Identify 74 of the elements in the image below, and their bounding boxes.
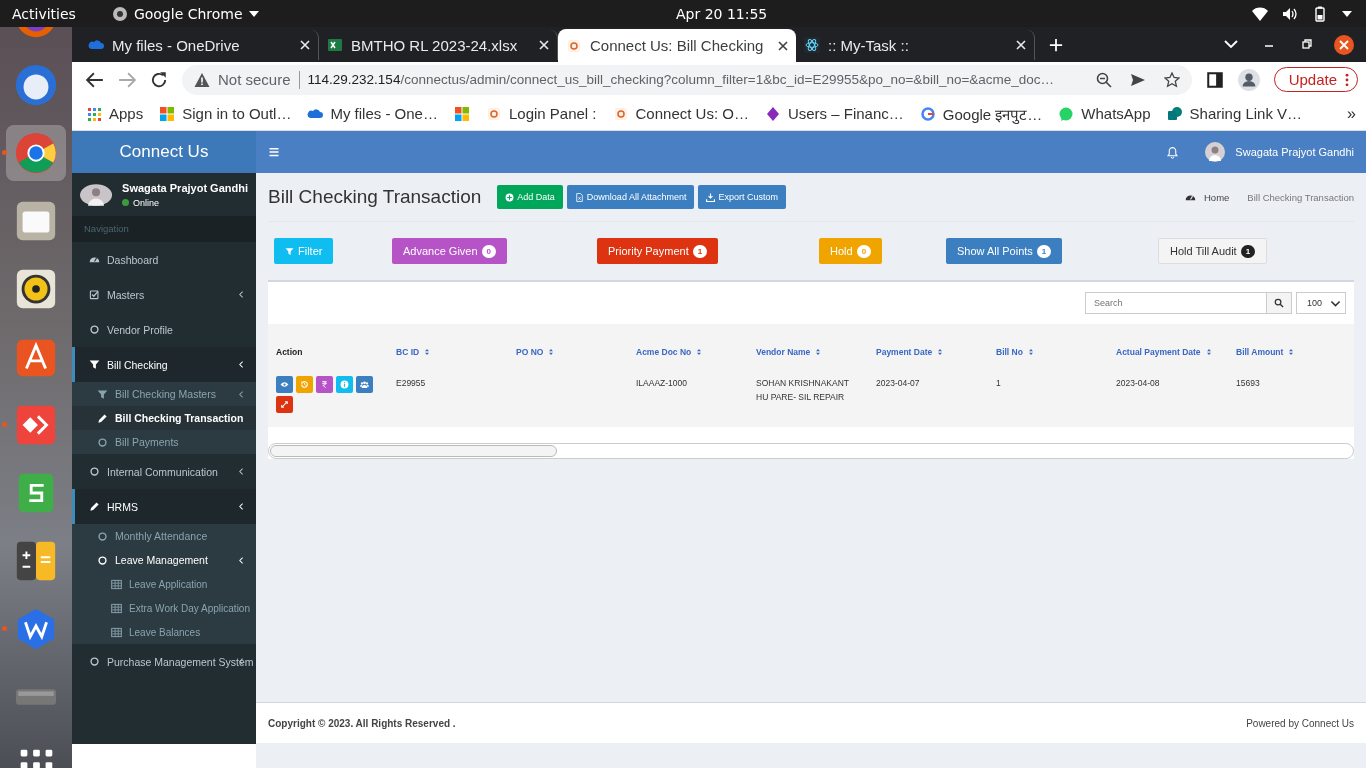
browser-tab[interactable]: :: My-Task :: (796, 30, 1035, 60)
count-badge: 0 (481, 244, 497, 258)
menu-item[interactable]: Bill Checking (72, 347, 256, 382)
menu-item[interactable]: Leave Management (72, 548, 256, 572)
filter-button[interactable]: Priority Payment 1 (597, 238, 719, 264)
bookmark[interactable]: Apps (86, 105, 144, 122)
table-cell: SOHAN KRISHNAKANT HU PARE- SIL REPAIR (756, 378, 849, 402)
table-cell: 1 (996, 378, 1001, 388)
action-button[interactable]: Download All Attachment (566, 185, 695, 209)
column-header[interactable]: Acme Doc No (628, 332, 748, 372)
menu-item[interactable]: Vendor Profile (72, 312, 256, 347)
count-badge: 1 (1036, 244, 1052, 258)
menu-item[interactable]: Leave Balances (72, 620, 256, 644)
table-cell: 2023-04-08 (1116, 378, 1160, 388)
powered-by-text: Powered by Connect Us (1246, 717, 1354, 729)
bookmark[interactable]: Sharing Link V… (1166, 105, 1303, 122)
count-badge: 1 (692, 244, 708, 258)
table-cell: 15693 (1236, 378, 1260, 388)
user-name: Swagata Prajyot Gandhi (122, 181, 248, 194)
clock[interactable]: Apr 20 11:55 (676, 5, 768, 22)
bookmark[interactable]: My files - One… (307, 105, 438, 122)
filter-button[interactable]: Show All Points 1 (946, 238, 1063, 264)
app-menu[interactable]: Google Chrome (111, 5, 259, 22)
column-header: Action (275, 346, 304, 359)
brand-logo[interactable]: Connect Us (72, 131, 256, 173)
menu-item[interactable]: Bill Checking Masters (72, 382, 256, 406)
activities-button[interactable]: Activities (0, 5, 88, 22)
browser-tab[interactable]: BMTHO RL 2023-24.xlsx (319, 30, 558, 60)
count-badge: 0 (856, 244, 872, 258)
menu-item[interactable]: Dashboard (72, 242, 256, 277)
column-header[interactable]: PO NO (508, 332, 628, 372)
status-text: Online (122, 197, 248, 208)
copyright-text: Copyright © 2023. All Rights Reserved . (268, 717, 456, 729)
bookmark[interactable]: Users – Financ… (764, 105, 904, 122)
menu-item[interactable]: Masters (72, 277, 256, 312)
menu-item[interactable]: Leave Application (72, 572, 256, 596)
menu-item[interactable]: Bill Checking Transaction (72, 406, 256, 430)
page-size-select[interactable]: 100 (1296, 292, 1346, 314)
table-cell: E29955 (396, 378, 426, 388)
count-badge: 1 (1240, 244, 1256, 258)
column-header[interactable]: Vendor Name (748, 332, 868, 372)
breadcrumb-link[interactable]: Home (1204, 191, 1230, 203)
browser-tab[interactable]: Connect Us: Bill Checking (558, 29, 796, 62)
address-bar[interactable]: Not secure 114.29.232.154/connectus/admin/connect_us_bill_checking?column_filter=1&bc_id=E29955&po_no=&bill_no=&acme_doc… (182, 64, 1192, 95)
page-title: Bill Checking Transaction (268, 186, 482, 208)
column-header[interactable]: Bill No (988, 332, 1108, 372)
column-header[interactable]: BC ID (388, 332, 508, 372)
more-bookmarks-button[interactable]: » (1347, 104, 1356, 123)
menu-item[interactable]: Extra Work Day Application (72, 596, 256, 620)
browser-tab[interactable]: My files - OneDrive (80, 30, 319, 60)
section-heading: Navigation (72, 216, 256, 242)
column-header[interactable]: Payment Date (868, 332, 988, 372)
bookmark[interactable]: Sign in to Outl… (159, 105, 292, 122)
menu-item[interactable]: Internal Communication (72, 454, 256, 489)
filter-button[interactable]: Advance Given 0 (392, 238, 508, 264)
column-header[interactable]: Actual Payment Date (1108, 332, 1228, 372)
table-cell: ILAAAZ-1000 (636, 378, 688, 388)
bookmark[interactable]: WhatsApp (1058, 105, 1151, 122)
search-field[interactable]: Search (1085, 292, 1267, 314)
table-cell: 2023-04-07 (876, 378, 920, 388)
breadcrumb-link[interactable]: Bill Checking Transaction (1247, 191, 1354, 203)
action-button[interactable]: Export Custom (698, 185, 786, 209)
menu-item[interactable]: Bill Payments (72, 430, 256, 454)
menu-item[interactable]: Purchase Management System (72, 644, 256, 679)
filter-button[interactable]: Hold Till Audit 1 (1158, 238, 1268, 264)
bookmark[interactable]: Connect Us: O… (612, 105, 749, 122)
column-header[interactable]: Bill Amount (1228, 332, 1348, 372)
menu-item[interactable]: HRMS (72, 489, 256, 524)
bookmark[interactable]: Login Panel : (485, 105, 597, 122)
security-label[interactable]: Not secure (218, 71, 291, 88)
url-text: 114.29.232.154/connectus/admin/connect_us_bill_checking?column_filter=1&bc_id=E29955&po_no=&bill_no=&acme_doc… (307, 72, 1056, 87)
bookmark[interactable]: Google इनपुट… (919, 103, 1043, 124)
menu-item[interactable]: Monthly Attendance (72, 524, 256, 548)
user-menu[interactable]: Swagata Prajyot Gandhi (1235, 146, 1354, 158)
